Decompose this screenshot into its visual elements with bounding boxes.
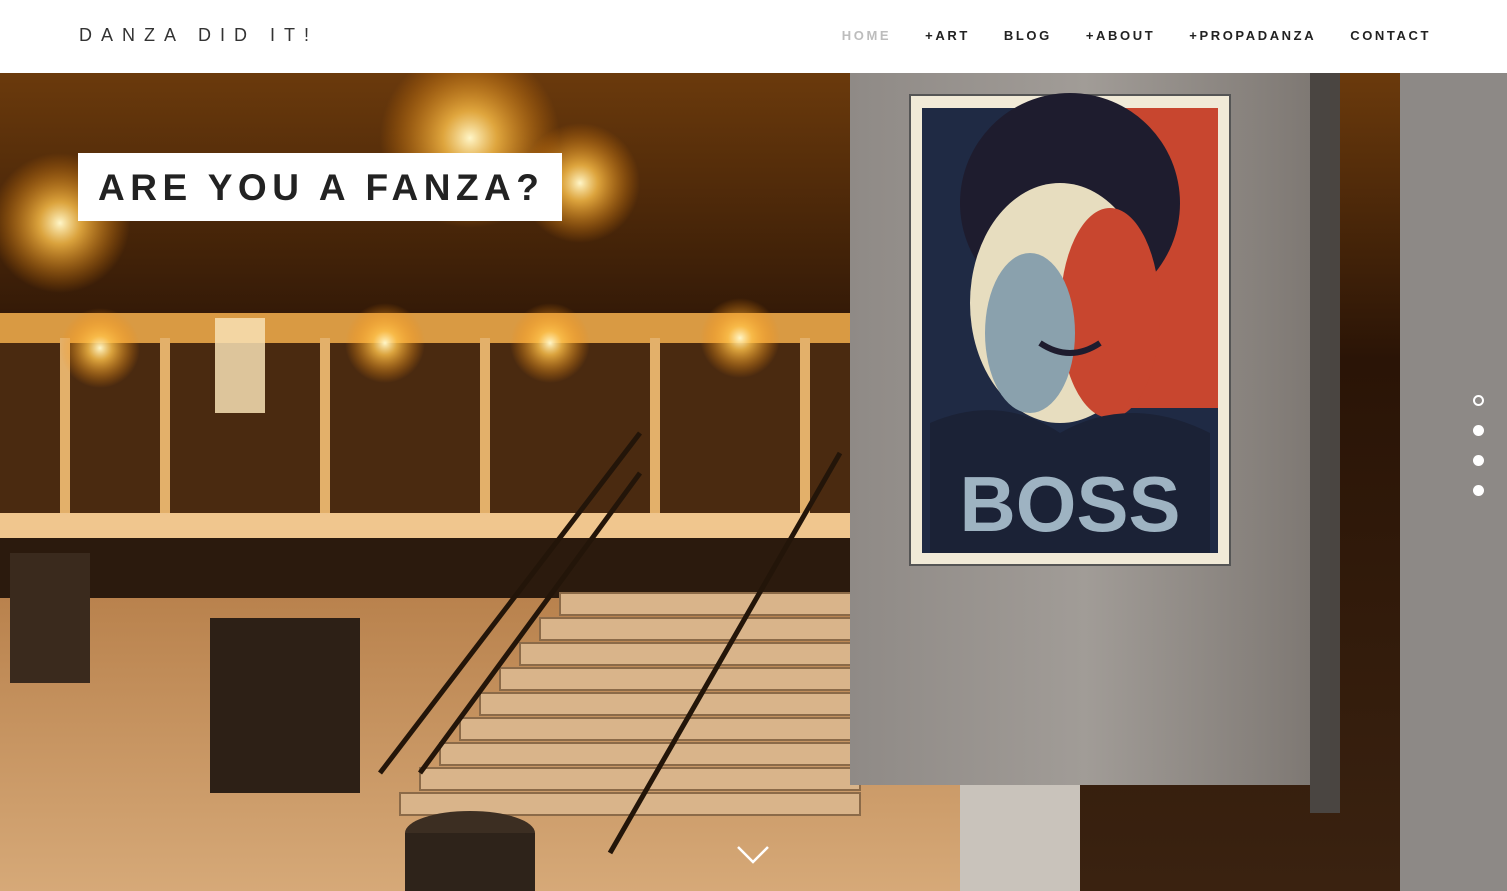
boss-poster: BOSS bbox=[909, 93, 1231, 566]
slide-dot-1[interactable] bbox=[1473, 395, 1484, 406]
nav-item-art[interactable]: +ART bbox=[925, 28, 970, 43]
nav-item-home[interactable]: HOME bbox=[842, 28, 891, 43]
slide-dot-3[interactable] bbox=[1473, 455, 1484, 466]
slide-pagination bbox=[1473, 395, 1484, 515]
hero-headline: ARE YOU A FANZA? bbox=[98, 167, 545, 208]
chevron-down-icon bbox=[737, 846, 769, 864]
slide-dot-2[interactable] bbox=[1473, 425, 1484, 436]
nav-item-blog[interactable]: BLOG bbox=[1004, 28, 1052, 43]
slide-dot-4[interactable] bbox=[1473, 485, 1484, 496]
site-logo[interactable]: DANZA DID IT! bbox=[79, 25, 318, 46]
site-header: DANZA DID IT! HOME +ART BLOG +ABOUT +PRO… bbox=[0, 0, 1507, 73]
nav-item-propadanza[interactable]: +PROPADANZA bbox=[1189, 28, 1316, 43]
main-nav: HOME +ART BLOG +ABOUT +PROPADANZA CONTAC… bbox=[808, 28, 1431, 43]
hero-slider: BOSS ARE YOU A FANZA? bbox=[0, 73, 1507, 891]
poster-text: BOSS bbox=[959, 460, 1180, 548]
nav-item-about[interactable]: +ABOUT bbox=[1086, 28, 1155, 43]
headline-box: ARE YOU A FANZA? bbox=[78, 153, 563, 221]
nav-item-contact[interactable]: CONTACT bbox=[1350, 28, 1431, 43]
